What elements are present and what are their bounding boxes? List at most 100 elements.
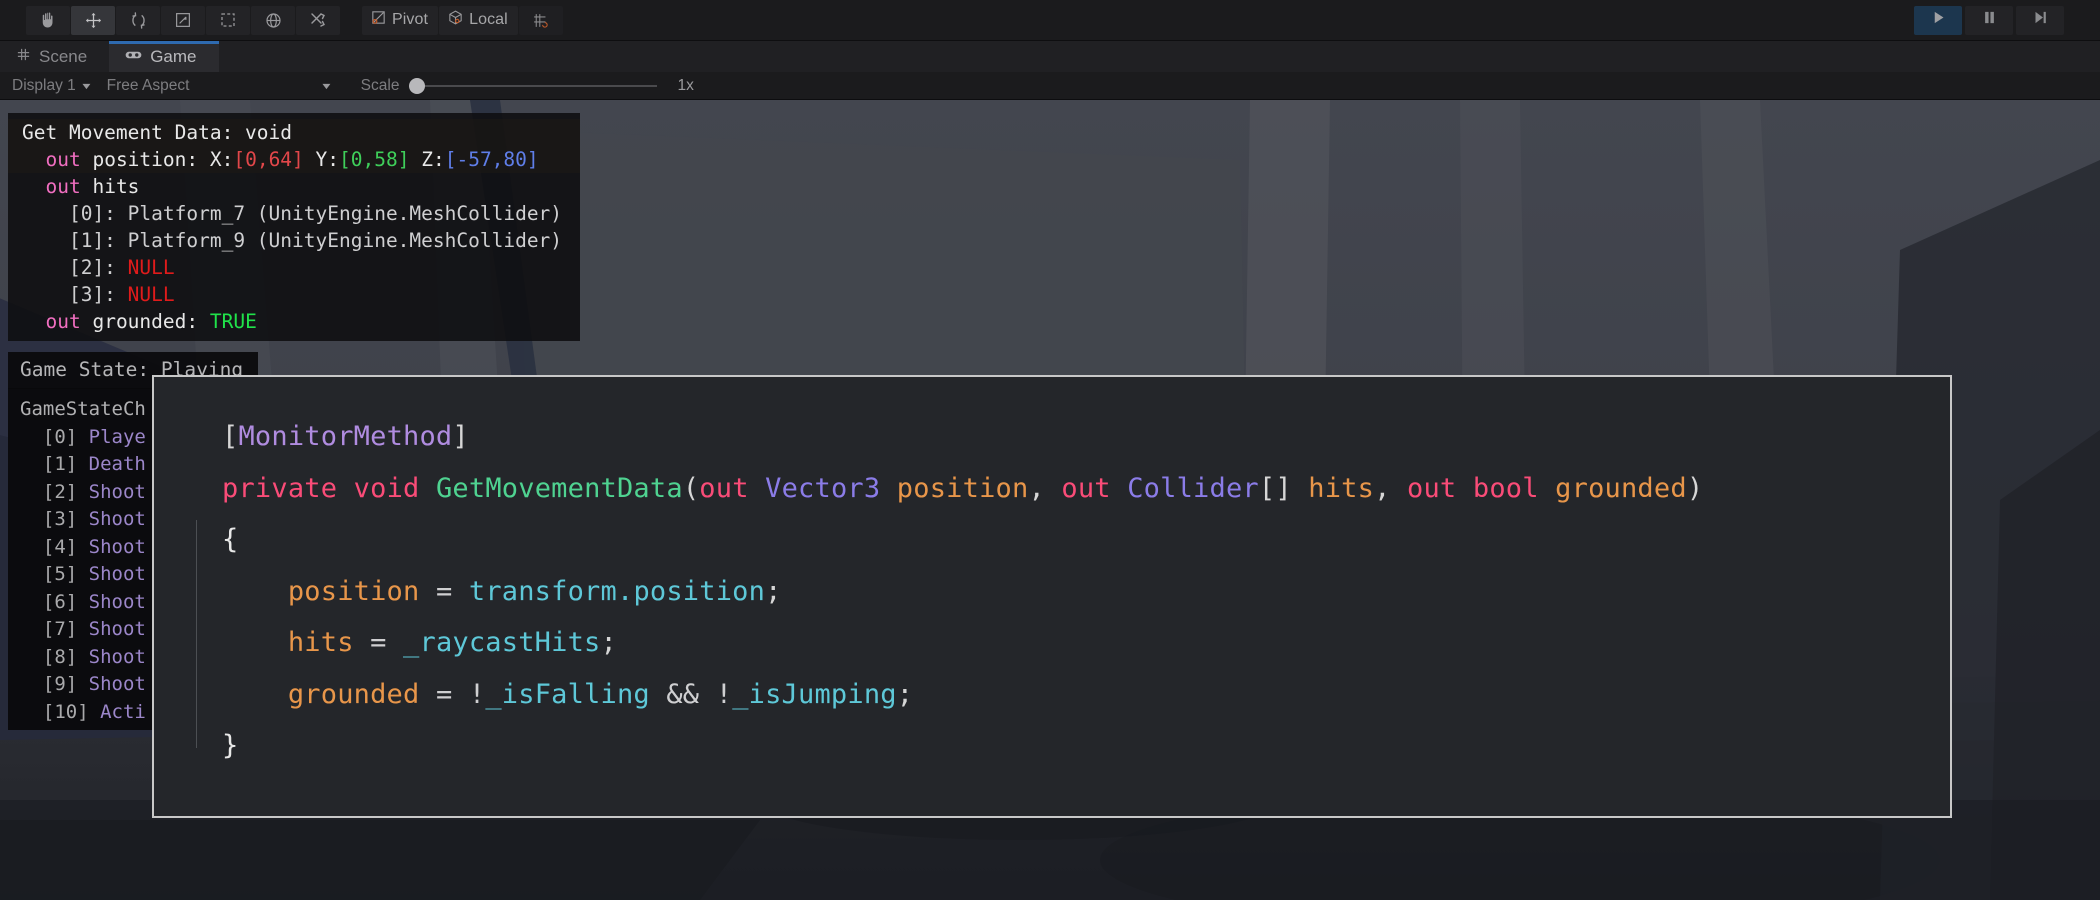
pivot-icon — [370, 9, 387, 31]
method-monitor-line: out hits — [8, 173, 580, 200]
monitor-token: hits — [80, 175, 140, 198]
transform-tool-button[interactable] — [251, 5, 295, 35]
monitor-token: [0,64] — [233, 148, 304, 171]
event-log-value: Acti — [100, 700, 146, 723]
code-token: grounded — [287, 678, 420, 710]
monitor-token: NULL — [127, 283, 175, 306]
code-token: , — [1028, 472, 1062, 504]
play-icon — [1931, 10, 1946, 30]
monitor-token: [-57,80] — [444, 148, 539, 171]
pause-button[interactable] — [1965, 5, 2013, 35]
code-token: [] — [1258, 472, 1292, 504]
event-log-value: Shoot — [88, 673, 146, 695]
code-token: out — [1061, 472, 1111, 504]
scale-tool-button[interactable] — [161, 5, 205, 35]
monitor-token: [1]: Platform_9 (UnityEngine.MeshCollide… — [22, 229, 563, 252]
event-log-index: [9] — [20, 673, 89, 695]
monitor-token: grounded: — [80, 310, 210, 333]
code-token: Collider — [1127, 472, 1259, 504]
code-token: . — [616, 575, 634, 607]
hand-icon — [39, 11, 57, 29]
code-token: ; — [765, 575, 782, 607]
event-log-value: Shoot — [88, 508, 146, 530]
step-icon — [2033, 10, 2048, 30]
code-token: out — [699, 472, 749, 504]
code-token: ! — [468, 678, 486, 710]
event-log-value: Shoot — [88, 535, 146, 558]
cube-icon — [447, 9, 464, 31]
monitor-token: [0]: Platform_7 (UnityEngine.MeshCollide… — [22, 202, 563, 225]
play-button[interactable] — [1914, 5, 1962, 35]
pivot-group: Pivot Local — [362, 5, 563, 35]
tab-game[interactable]: Game — [109, 41, 219, 72]
view-tabs: Scene Game — [0, 41, 2100, 72]
scale-value: 1x — [677, 76, 694, 94]
move-icon — [84, 11, 103, 30]
monitor-token: position: X: — [80, 148, 234, 171]
game-view-controls: Display 1 ▼ Free Aspect ▼ Scale 1x — [0, 72, 2100, 100]
code-token: { — [222, 524, 239, 555]
code-token: hits — [1308, 472, 1375, 504]
code-token: && — [649, 678, 716, 710]
display-dropdown[interactable]: Display 1 ▼ — [4, 75, 99, 97]
aspect-label: Free Aspect — [106, 76, 190, 94]
scale-slider[interactable] — [409, 77, 658, 94]
code-line: hits = _raycastHits; — [154, 617, 1950, 669]
code-line: grounded = !_isFalling && !_isJumping; — [154, 669, 1950, 721]
event-log-index: [3] — [20, 508, 89, 530]
code-token: } — [222, 730, 239, 761]
event-log-value: Playe — [88, 425, 146, 448]
event-log-index: [0] — [20, 425, 89, 448]
code-token: MonitorMethod — [238, 421, 453, 452]
code-token: bool — [1472, 472, 1539, 504]
code-line: [MonitorMethod] — [154, 411, 1950, 463]
event-log-value: Shoot — [88, 563, 146, 585]
event-log-value: Shoot — [88, 590, 146, 613]
custom-tool-button[interactable] — [296, 5, 340, 35]
local-toggle[interactable]: Local — [439, 5, 518, 35]
local-label: Local — [469, 11, 508, 28]
code-line: private void GetMovementData(out Vector3… — [154, 463, 1950, 515]
chevron-down-icon: ▼ — [79, 80, 93, 91]
scale-slider-knob[interactable] — [409, 77, 426, 94]
aspect-dropdown[interactable]: Free Aspect ▼ — [99, 75, 339, 97]
code-token: private — [222, 472, 338, 504]
move-tool-button[interactable] — [71, 5, 115, 35]
monitor-token: [3]: — [22, 283, 128, 306]
grid-snap-button[interactable] — [518, 5, 563, 35]
method-monitor-panel: Get Movement Data: void out position: X:… — [8, 113, 580, 341]
monitor-token — [22, 175, 45, 198]
tab-scene-label: Scene — [39, 46, 88, 66]
monitor-token — [22, 148, 45, 171]
rect-tool-button[interactable] — [206, 5, 250, 35]
editor-toolbar: Pivot Local — [0, 0, 2100, 41]
code-token: Vector3 — [765, 472, 881, 504]
monitor-token: out — [45, 175, 81, 198]
step-button[interactable] — [2016, 5, 2064, 35]
chevron-down-icon: ▼ — [319, 80, 333, 91]
pivot-toggle[interactable]: Pivot — [362, 5, 439, 35]
monitor-token: out — [45, 148, 81, 171]
monitor-token — [22, 310, 45, 333]
grid-snap-icon — [532, 12, 549, 29]
code-token: position — [633, 575, 766, 607]
unity-editor-window: Pivot Local Scene Game Display 1 ▼ Free … — [0, 0, 2100, 900]
event-log-value: Shoot — [88, 480, 146, 503]
hand-tool-button[interactable] — [26, 5, 70, 35]
monitor-token: Z: — [409, 148, 445, 171]
tab-scene[interactable]: Scene — [0, 41, 109, 72]
rotate-tool-button[interactable] — [116, 5, 160, 35]
method-monitor-line: [3]: NULL — [8, 281, 580, 308]
code-token: _raycastHits — [403, 627, 601, 658]
event-log-index: [6] — [20, 590, 89, 613]
transform-icon — [264, 11, 283, 30]
code-token: position — [287, 575, 420, 607]
monitor-token: Y: — [303, 148, 340, 171]
code-token: ) — [1686, 472, 1704, 504]
